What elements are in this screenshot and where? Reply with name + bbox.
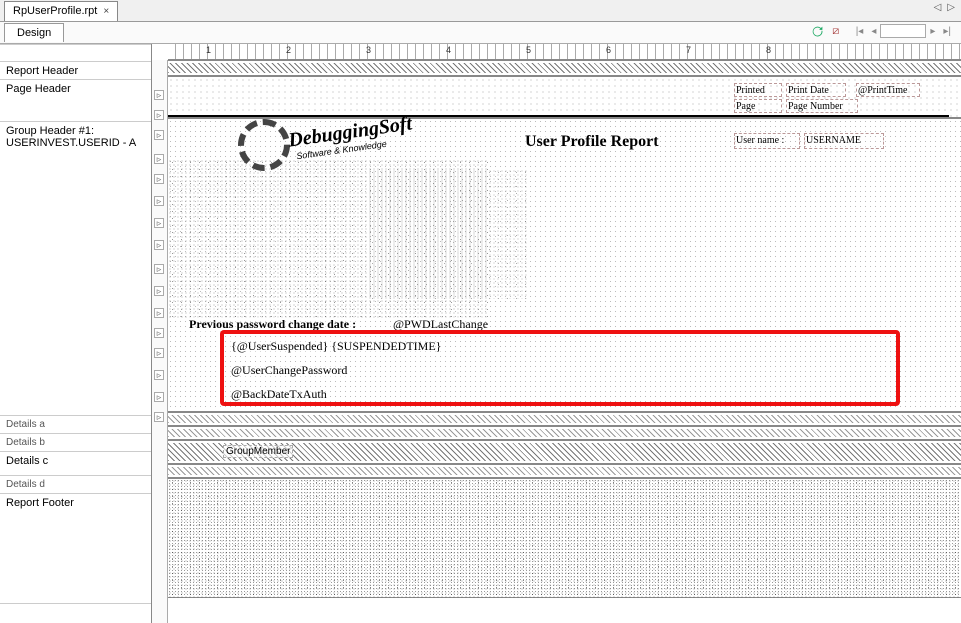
expand-icon[interactable]: ▹ bbox=[154, 412, 164, 422]
band-group-header[interactable]: DebuggingSoft Software & Knowledge User … bbox=[168, 118, 961, 412]
field-page-label[interactable]: Page bbox=[734, 99, 782, 113]
page-number-input[interactable] bbox=[880, 24, 926, 38]
ruler-tick: 1 bbox=[206, 45, 211, 55]
sidebar-group-header[interactable]: Group Header #1: USERINVEST.USERID - A bbox=[0, 122, 151, 416]
line-object[interactable] bbox=[168, 115, 949, 117]
horizontal-ruler[interactable]: 1 2 3 4 5 6 7 8 bbox=[168, 44, 961, 60]
expand-icon[interactable]: ▹ bbox=[154, 90, 164, 100]
sidebar-report-header[interactable]: Report Header bbox=[0, 62, 151, 80]
nav-last-icon[interactable]: ▸| bbox=[939, 26, 955, 37]
field-print-time[interactable]: @PrintTime bbox=[856, 83, 920, 97]
ruler-tick: 3 bbox=[366, 45, 371, 55]
field-printed-label[interactable]: Printed bbox=[734, 83, 782, 97]
field-print-date[interactable]: Print Date bbox=[786, 83, 846, 97]
sidebar-report-footer[interactable]: Report Footer bbox=[0, 494, 151, 604]
sidebar-details-b[interactable]: Details b bbox=[0, 434, 151, 452]
tab-prev-icon[interactable]: ◁ bbox=[932, 2, 944, 13]
field-backdate-tx-auth[interactable]: @BackDateTxAuth bbox=[230, 387, 328, 402]
document-tab[interactable]: RpUserProfile.rpt × bbox=[4, 1, 118, 21]
expand-icon[interactable]: ▹ bbox=[154, 370, 164, 380]
expand-icon[interactable]: ▹ bbox=[154, 286, 164, 296]
band-details-d[interactable] bbox=[168, 464, 961, 478]
band-report-header[interactable] bbox=[168, 60, 961, 76]
document-tab-bar: RpUserProfile.rpt × ◁ ▷ bbox=[0, 0, 961, 22]
band-report-footer[interactable] bbox=[168, 478, 961, 598]
ruler-tick: 8 bbox=[766, 45, 771, 55]
nav-next-icon[interactable]: ▸ bbox=[926, 26, 939, 37]
ruler-tick: 4 bbox=[446, 45, 451, 55]
band-page-header[interactable]: Printed Print Date @PrintTime Page Page … bbox=[168, 76, 961, 118]
sidebar-details-d[interactable]: Details d bbox=[0, 476, 151, 494]
nav-first-icon[interactable]: |◂ bbox=[852, 26, 868, 37]
ruler-tick: 6 bbox=[606, 45, 611, 55]
mode-toolbar: Design ⧄ |◂ ◂ ▸ ▸| bbox=[0, 22, 961, 44]
expand-icon[interactable]: ▹ bbox=[154, 218, 164, 228]
ruler-tick: 5 bbox=[526, 45, 531, 55]
field-username-value[interactable]: USERNAME bbox=[804, 133, 884, 149]
expand-icon[interactable]: ▹ bbox=[154, 130, 164, 140]
tab-next-icon[interactable]: ▷ bbox=[945, 2, 957, 13]
refresh-icon[interactable] bbox=[810, 23, 826, 39]
nav-prev-icon[interactable]: ◂ bbox=[867, 26, 880, 37]
expand-icon[interactable]: ▹ bbox=[154, 196, 164, 206]
stop-icon[interactable]: ⧄ bbox=[828, 23, 844, 39]
close-icon[interactable]: × bbox=[103, 6, 109, 17]
expand-icon[interactable]: ▹ bbox=[154, 154, 164, 164]
vertical-ruler[interactable]: ▹ ▹ ▹ ▹ ▹ ▹ ▹ ▹ ▹ ▹ ▹ ▹ ▹ ▹ ▹ ▹ bbox=[152, 60, 168, 623]
section-sidebar: Report Header Page Header Group Header #… bbox=[0, 44, 152, 623]
expand-icon[interactable]: ▹ bbox=[154, 392, 164, 402]
mode-tab-design[interactable]: Design bbox=[4, 23, 64, 42]
field-user-suspended[interactable]: {@UserSuspended} {SUSPENDEDTIME} bbox=[230, 339, 442, 354]
sidebar-details-a[interactable]: Details a bbox=[0, 416, 151, 434]
noise-region bbox=[368, 169, 528, 299]
design-canvas[interactable]: Printed Print Date @PrintTime Page Page … bbox=[168, 60, 961, 623]
sidebar-corner bbox=[0, 44, 151, 62]
expand-icon[interactable]: ▹ bbox=[154, 110, 164, 120]
noise-region bbox=[168, 479, 961, 599]
tab-nav: ◁ ▷ bbox=[932, 2, 957, 13]
field-page-number[interactable]: Page Number bbox=[786, 99, 858, 113]
field-username-label[interactable]: User name : bbox=[734, 133, 800, 149]
logo-gear-icon bbox=[238, 119, 290, 171]
band-details-a[interactable] bbox=[168, 412, 961, 426]
band-details-c[interactable]: GroupMember bbox=[168, 440, 961, 464]
preview-toolbar: ⧄ |◂ ◂ ▸ ▸| bbox=[810, 23, 955, 39]
ruler-tick: 7 bbox=[686, 45, 691, 55]
expand-icon[interactable]: ▹ bbox=[154, 174, 164, 184]
sidebar-page-header[interactable]: Page Header bbox=[0, 80, 151, 122]
field-group-member[interactable]: GroupMember bbox=[223, 445, 293, 458]
band-details-b[interactable] bbox=[168, 426, 961, 440]
ruler-tick: 2 bbox=[286, 45, 291, 55]
expand-icon[interactable]: ▹ bbox=[154, 264, 164, 274]
field-report-title[interactable]: User Profile Report bbox=[524, 133, 660, 151]
sidebar-details-c[interactable]: Details c bbox=[0, 452, 151, 476]
field-user-change-password[interactable]: @UserChangePassword bbox=[230, 363, 348, 378]
expand-icon[interactable]: ▹ bbox=[154, 308, 164, 318]
design-canvas-wrap: 1 2 3 4 5 6 7 8 ▹ ▹ ▹ ▹ ▹ ▹ ▹ ▹ ▹ ▹ ▹ ▹ … bbox=[152, 44, 961, 623]
expand-icon[interactable]: ▹ bbox=[154, 240, 164, 250]
expand-icon[interactable]: ▹ bbox=[154, 348, 164, 358]
expand-icon[interactable]: ▹ bbox=[154, 328, 164, 338]
tab-filename: RpUserProfile.rpt bbox=[13, 5, 97, 17]
